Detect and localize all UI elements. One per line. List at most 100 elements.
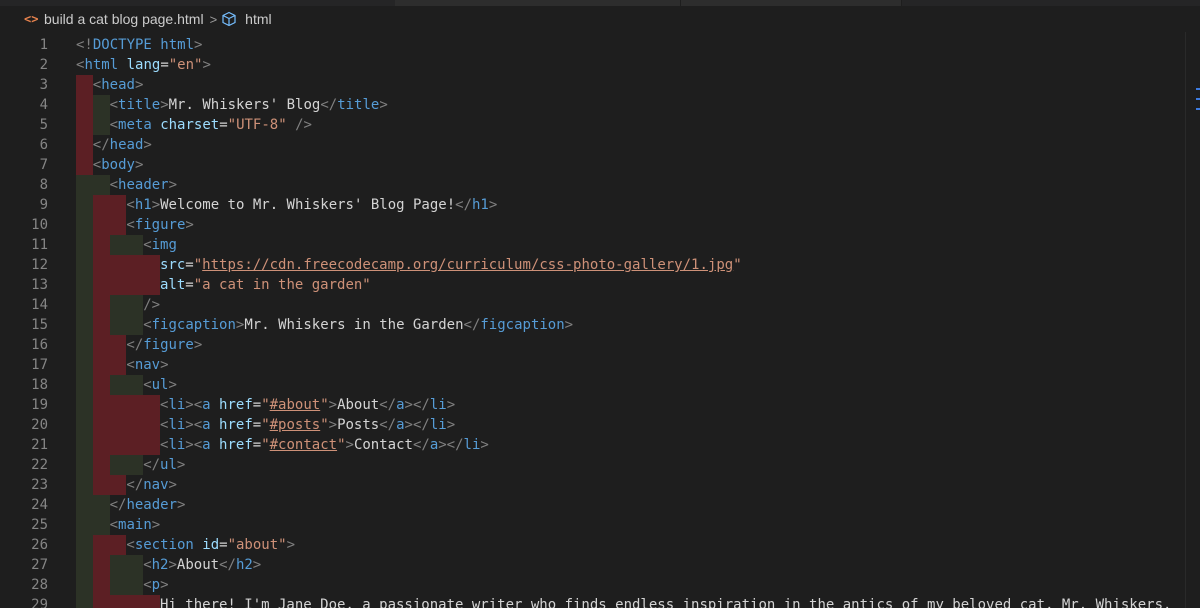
code-line[interactable]: 23 </nav>	[0, 475, 1185, 495]
token-tag: <	[126, 537, 135, 553]
indent-guide-red	[143, 595, 160, 608]
code-line[interactable]: 20 <li><a href="#posts">Posts</a></li>	[0, 415, 1185, 435]
token-url[interactable]: https://cdn.freecodecamp.org/curriculum/…	[202, 257, 733, 273]
code-line[interactable]: 6 </head>	[0, 135, 1185, 155]
token-text: =	[160, 57, 169, 73]
indent-guide-green	[109, 315, 127, 335]
vertical-scrollbar[interactable]	[1185, 32, 1200, 608]
line-number: 14	[31, 297, 48, 313]
code-line[interactable]: 27 <h2>About</h2>	[0, 555, 1185, 575]
token-name: title	[118, 97, 161, 113]
line-number: 15	[31, 317, 48, 333]
token-name: DOCTYPE html	[92, 37, 195, 53]
token-url[interactable]: #contact	[270, 437, 337, 453]
code-text: <img	[143, 235, 177, 255]
code-line[interactable]: 22 </ul>	[0, 455, 1185, 475]
code-line[interactable]: 1 <!DOCTYPE html>	[0, 35, 1185, 55]
token-name: nav	[134, 357, 161, 373]
token-name: figure	[143, 337, 194, 353]
code-line[interactable]: 18 <ul>	[0, 375, 1185, 395]
token-str: "	[733, 257, 742, 273]
line-number: 22	[31, 457, 48, 473]
code-text: <li><a href="#posts">Posts</a></li>	[160, 415, 455, 435]
code-line[interactable]: 11 <img	[0, 235, 1185, 255]
token-name: figcaption	[480, 317, 565, 333]
breadcrumb-symbol[interactable]: html	[245, 11, 271, 27]
code-line[interactable]: 8 <header>	[0, 175, 1185, 195]
indent-guide-green	[76, 355, 93, 375]
code-text: <li><a href="#about">About</a></li>	[160, 395, 455, 415]
code-line[interactable]: 21 <li><a href="#contact">Contact</a></li…	[0, 435, 1185, 455]
token-tag: <	[109, 97, 119, 113]
code-line[interactable]: 2 <html lang="en">	[0, 55, 1185, 75]
code-line[interactable]: 15 <figcaption>Mr. Whiskers in the Garden…	[0, 315, 1185, 335]
code-line[interactable]: 3 <head>	[0, 75, 1185, 95]
indent-guide-red	[92, 555, 110, 575]
code-text: <figure>	[126, 215, 193, 235]
line-number: 13	[31, 277, 48, 293]
code-file-icon: <>	[24, 12, 39, 26]
breadcrumb: <> build a cat blog page.html > html	[0, 6, 1200, 32]
code-line[interactable]: 7 <body>	[0, 155, 1185, 175]
code-line[interactable]: 28 <p>	[0, 575, 1185, 595]
token-tag: >	[446, 397, 456, 413]
indent-guide-red	[92, 315, 110, 335]
code-line[interactable]: 17 <nav>	[0, 355, 1185, 375]
code-editor[interactable]: 1 <!DOCTYPE html> 2 <html lang="en"> 3 <head>…	[0, 32, 1200, 608]
token-tag: >	[202, 57, 211, 73]
scrollbar-marker	[1196, 98, 1200, 100]
token-url[interactable]: #posts	[270, 417, 321, 433]
indent-guide-green	[76, 595, 93, 608]
indent-guide-green	[76, 435, 93, 455]
code-line[interactable]: 9 <h1>Welcome to Mr. Whiskers' Blog Page!…	[0, 195, 1185, 215]
indent-guide-green	[76, 255, 93, 275]
token-text: Welcome to Mr. Whiskers' Blog Page!	[160, 197, 456, 213]
token-url[interactable]: #about	[270, 397, 321, 413]
token-name: figcaption	[151, 317, 236, 333]
token-name: nav	[143, 477, 169, 493]
token-str: "a cat in the garden"	[193, 277, 371, 293]
code-line[interactable]: 13 alt="a cat in the garden"	[0, 275, 1185, 295]
token-name: li	[168, 397, 186, 413]
token-attr: charset	[160, 117, 220, 133]
code-line[interactable]: 12 src="https://cdn.freecodecamp.org/curr…	[0, 255, 1185, 275]
token-tag: >	[446, 417, 456, 433]
code-line[interactable]: 4 <title>Mr. Whiskers' Blog</title>	[0, 95, 1185, 115]
token-str: "	[337, 437, 346, 453]
code-line[interactable]: 5 <meta charset="UTF-8" />	[0, 115, 1185, 135]
indent-guide-green	[126, 315, 144, 335]
token-tag: >	[134, 77, 144, 93]
code-line[interactable]: 26 <section id="about">	[0, 535, 1185, 555]
code-text: <body>	[93, 155, 144, 175]
token-tag: ><	[185, 397, 203, 413]
code-line[interactable]: 16 </figure>	[0, 335, 1185, 355]
token-tag: <	[143, 237, 152, 253]
indent-guide-green	[92, 495, 110, 515]
indent-guide-red	[109, 335, 127, 355]
code-line[interactable]: 29 Hi there! I'm Jane Doe, a passionate w…	[0, 595, 1185, 608]
token-tag: >	[168, 377, 177, 393]
code-line[interactable]: 19 <li><a href="#about">About</a></li>	[0, 395, 1185, 415]
indent-guide-red	[76, 155, 93, 175]
code-line[interactable]: 14 />	[0, 295, 1185, 315]
token-text: =	[252, 397, 262, 413]
token-name: section	[134, 537, 194, 553]
token-name: a	[202, 397, 211, 413]
code-line[interactable]: 24 </header>	[0, 495, 1185, 515]
token-tag: >	[176, 457, 186, 473]
breadcrumb-file[interactable]: build a cat blog page.html	[44, 11, 204, 27]
code-text: <head>	[93, 75, 144, 95]
token-tag: >	[194, 37, 203, 53]
code-text: <!DOCTYPE html>	[76, 35, 202, 55]
code-line[interactable]: 25 <main>	[0, 515, 1185, 535]
code-text: <h1>Welcome to Mr. Whiskers' Blog Page!<…	[126, 195, 497, 215]
token-tag: </	[109, 497, 127, 513]
code-text: <h2>About</h2>	[143, 555, 261, 575]
scrollbar-marker	[1196, 88, 1200, 90]
token-name: body	[101, 157, 135, 173]
indent-guide-green	[92, 515, 110, 535]
line-number: 4	[39, 97, 48, 113]
code-line[interactable]: 10 <figure>	[0, 215, 1185, 235]
